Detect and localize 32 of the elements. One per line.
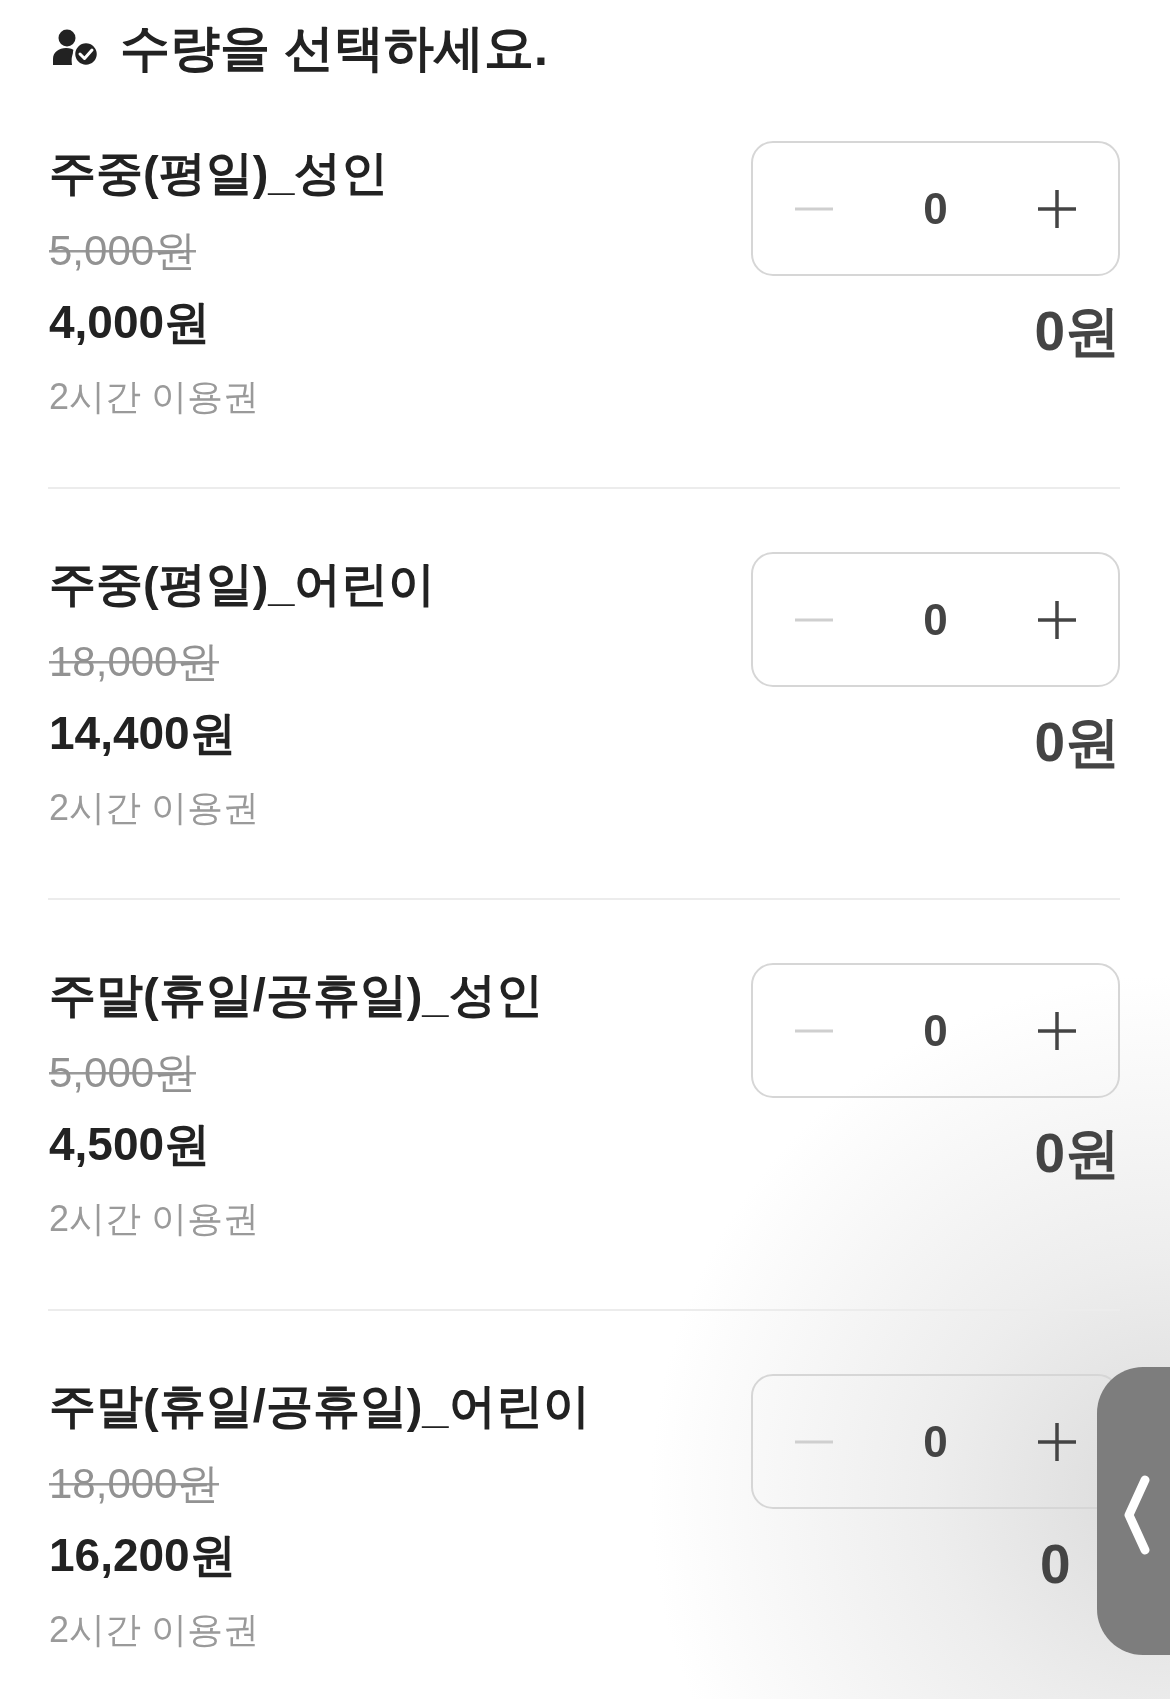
ticket-name: 주말(휴일/공휴일)_어린이 (49, 1378, 590, 1434)
quantity-value: 0 (923, 182, 948, 235)
subtotal-price: 0 (1040, 1532, 1071, 1596)
sale-price: 16,200원 (49, 1529, 236, 1581)
ticket-note: 2시간 이용권 (49, 1608, 260, 1652)
quantity-value: 0 (923, 1004, 948, 1057)
ticket-note: 2시간 이용권 (49, 786, 260, 830)
ticket-note: 2시간 이용권 (49, 1197, 260, 1241)
ticket-note: 2시간 이용권 (49, 375, 260, 419)
ticket-name: 주말(휴일/공휴일)_성인 (49, 967, 543, 1023)
minus-icon (794, 206, 833, 211)
subtotal-price: 0원 (1034, 1121, 1120, 1185)
plus-icon (1038, 1011, 1077, 1050)
subtotal-price: 0원 (1034, 710, 1120, 774)
sale-price: 4,000원 (49, 296, 211, 348)
minus-icon (794, 617, 833, 622)
sale-price: 14,400원 (49, 707, 236, 759)
quantity-value: 0 (923, 593, 948, 646)
minus-icon (794, 1439, 833, 1444)
subtotal-price: 0원 (1034, 299, 1120, 363)
minus-icon (794, 1028, 833, 1033)
page-title: 수량을 선택하세요. (120, 20, 548, 76)
ticket-name: 주중(평일)_어린이 (49, 556, 436, 612)
user-check-icon (52, 29, 100, 67)
plus-icon (1038, 1422, 1077, 1461)
chevron-left-icon (1122, 1475, 1151, 1555)
side-panel-handle[interactable] (1097, 1367, 1170, 1655)
sale-price: 4,500원 (49, 1118, 211, 1170)
quantity-value: 0 (923, 1415, 948, 1468)
plus-icon (1038, 189, 1077, 228)
ticket-name: 주중(평일)_성인 (49, 145, 389, 201)
plus-icon (1038, 600, 1077, 639)
